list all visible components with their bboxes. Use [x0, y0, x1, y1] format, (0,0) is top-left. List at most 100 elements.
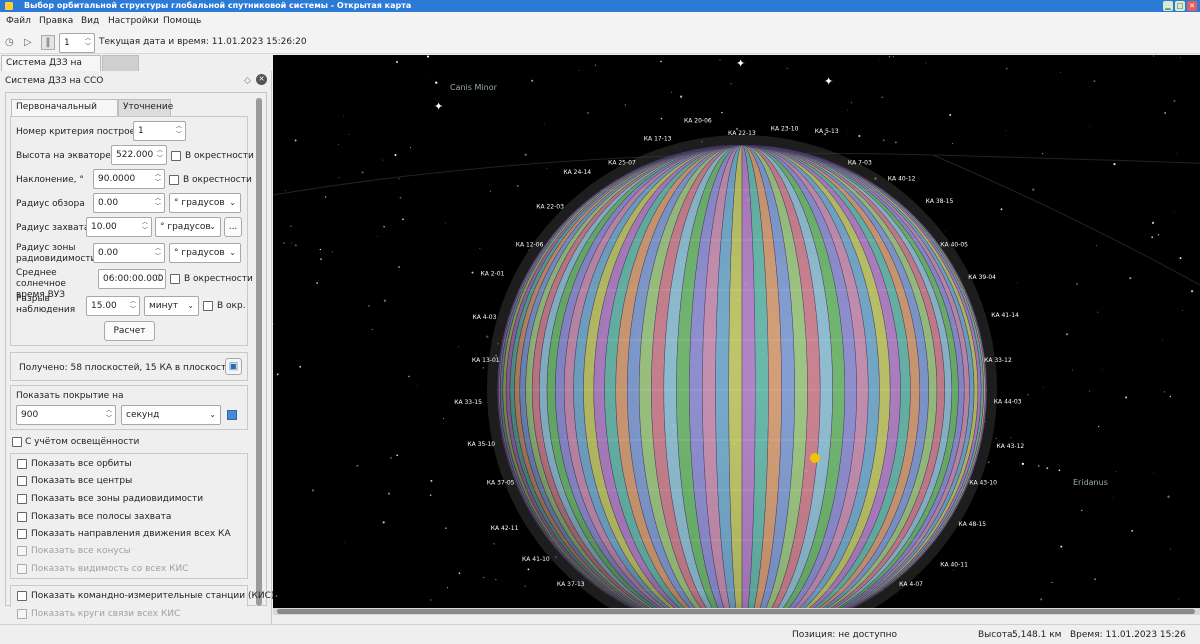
coverage-spinbox[interactable]: 900 ︿ ﹀ — [16, 405, 116, 425]
star — [382, 159, 384, 161]
radio-unit-value: ° градусов — [174, 248, 225, 258]
height-spinbox[interactable]: 522.000 ︿ ﹀ — [111, 145, 167, 165]
view-spinbox[interactable]: 0.00 ︿ ﹀ — [93, 193, 165, 213]
star — [858, 134, 861, 138]
criterion-value: 1 — [138, 126, 144, 136]
star — [416, 385, 418, 387]
current-datetime: Текущая дата и время: 11.01.2023 15:26:2… — [99, 37, 307, 47]
pause-icon[interactable]: ‖ — [41, 35, 55, 50]
satellite-label: КА 35-10 — [467, 441, 495, 448]
tab-initial-calc[interactable]: Первоначальный расчет — [11, 99, 118, 127]
star — [445, 222, 447, 224]
show-kis-checkbox[interactable] — [17, 591, 27, 601]
star — [382, 521, 385, 524]
menu-view[interactable]: Вид — [81, 16, 99, 26]
star — [429, 494, 432, 497]
star — [544, 122, 546, 124]
show-capture-bands-checkbox[interactable] — [17, 512, 27, 522]
solar-neigh-checkbox[interactable] — [170, 274, 180, 284]
show-all-centers-checkbox[interactable] — [17, 476, 27, 486]
satellite-label: КА 39-04 — [968, 274, 996, 281]
incl-spinbox[interactable]: 90.0000 ︿ ﹀ — [93, 169, 165, 189]
minimize-icon[interactable]: ▁ — [1163, 1, 1173, 11]
step-spinbox[interactable]: 1 ︿ ﹀ — [59, 33, 95, 53]
show-radio-zones-label: Показать все зоны радиовидимости — [31, 494, 204, 504]
satellite-label: КА 38-15 — [926, 198, 954, 205]
star — [1164, 112, 1166, 114]
star — [925, 62, 927, 64]
gap-unit-select[interactable]: минут ⌄ — [144, 296, 199, 316]
scroll-thumb[interactable] — [277, 609, 1195, 614]
star — [331, 251, 333, 253]
show-directions-checkbox[interactable] — [17, 529, 27, 539]
chevron-down-icon: ⌄ — [187, 301, 194, 310]
satellite-label: КА 48-15 — [958, 521, 986, 528]
satellite-label: КА 23-10 — [771, 125, 799, 132]
criterion-spinbox[interactable]: 1 ︿ ﹀ — [133, 121, 186, 141]
coverage-unit-select[interactable]: секунд ⌄ — [121, 405, 221, 425]
star — [1060, 71, 1061, 73]
star — [995, 437, 997, 439]
spin-arrows-icon: ︿ ﹀ — [154, 195, 161, 210]
globe-scene[interactable]: ✦ ✦ ✦ КА 22-13 КА 23-10 КА 5-13 КА 7-03 КА 40-… — [273, 55, 1200, 615]
radio-unit-select[interactable]: ° градусов ⌄ — [169, 243, 241, 263]
float-icon[interactable]: ◇ — [244, 76, 251, 86]
tab-empty[interactable] — [102, 55, 139, 71]
calc-button[interactable]: Расчет — [104, 321, 155, 341]
satellite-label: КА 5-13 — [815, 128, 839, 135]
view-unit-select[interactable]: ° градусов ⌄ — [169, 193, 241, 213]
maximize-icon[interactable]: □ — [1175, 1, 1185, 11]
dock-close-icon[interactable]: ✕ — [256, 74, 267, 85]
incl-label: Наклонение, ° — [16, 175, 84, 185]
map-hscrollbar[interactable] — [273, 608, 1200, 615]
tab-system[interactable]: Система ДЗЗ на ССО — [1, 55, 101, 83]
close-icon[interactable]: ✕ — [1187, 1, 1197, 11]
star — [888, 55, 891, 58]
star — [987, 461, 990, 464]
gap-neigh-checkbox[interactable] — [203, 301, 213, 311]
capture-unit-select[interactable]: ° градусов ⌄ — [155, 217, 221, 237]
star — [275, 595, 278, 597]
gap-spinbox[interactable]: 15.00 ︿ ﹀ — [86, 296, 140, 316]
satellite-label: КА 43-12 — [997, 443, 1025, 450]
star — [430, 479, 433, 482]
window-title: Выбор орбитальной структуры глобальной с… — [24, 1, 412, 10]
clock-icon[interactable]: ◷ — [5, 37, 14, 48]
coverage-label: Показать покрытие на — [16, 391, 124, 401]
star — [524, 153, 527, 156]
settings-scrollbar[interactable] — [256, 98, 262, 606]
show-all-orbits-checkbox[interactable] — [17, 459, 27, 469]
menu-edit[interactable]: Правка — [39, 16, 73, 26]
radio-label: Радиус зоны радиовидимости — [16, 243, 97, 264]
lighting-checkbox[interactable] — [12, 437, 22, 447]
map-viewport[interactable]: ✦ ✦ ✦ КА 22-13 КА 23-10 КА 5-13 КА 7-03 КА 40-… — [273, 55, 1200, 615]
play-icon[interactable]: ▷ — [24, 37, 32, 48]
star — [495, 579, 497, 581]
solar-spinbox[interactable]: 06:00:00.000 ︿ ﹀ — [98, 269, 166, 289]
capture-more-button[interactable]: ... — [224, 217, 242, 237]
capture-spinbox[interactable]: 10.00 ︿ ﹀ — [86, 217, 152, 237]
status-position: Позиция: не доступно — [792, 630, 897, 640]
star — [1032, 188, 1035, 191]
scroll-thumb[interactable] — [256, 98, 262, 606]
capture-value: 10.00 — [91, 222, 117, 232]
star — [1027, 393, 1029, 396]
star — [273, 323, 274, 326]
star — [299, 365, 302, 368]
star — [1089, 390, 1091, 392]
save-icon[interactable]: ▣ — [225, 358, 242, 375]
menu-help[interactable]: Помощь — [163, 16, 201, 26]
star — [1129, 277, 1132, 280]
coverage-color-swatch[interactable] — [227, 410, 237, 420]
show-radio-zones-checkbox[interactable] — [17, 494, 27, 504]
height-neigh-checkbox[interactable] — [171, 151, 181, 161]
menu-file[interactable]: Файл — [6, 16, 31, 26]
radio-spinbox[interactable]: 0.00 ︿ ﹀ — [93, 243, 165, 263]
menu-settings[interactable]: Настройки — [108, 16, 159, 26]
incl-neigh-checkbox[interactable] — [169, 175, 179, 185]
star — [344, 541, 345, 543]
incl-value: 90.0000 — [98, 174, 136, 184]
tab-refinement[interactable]: Уточнение — [118, 99, 173, 116]
bright-star-icon: ✦ — [736, 57, 745, 70]
star — [282, 242, 285, 245]
